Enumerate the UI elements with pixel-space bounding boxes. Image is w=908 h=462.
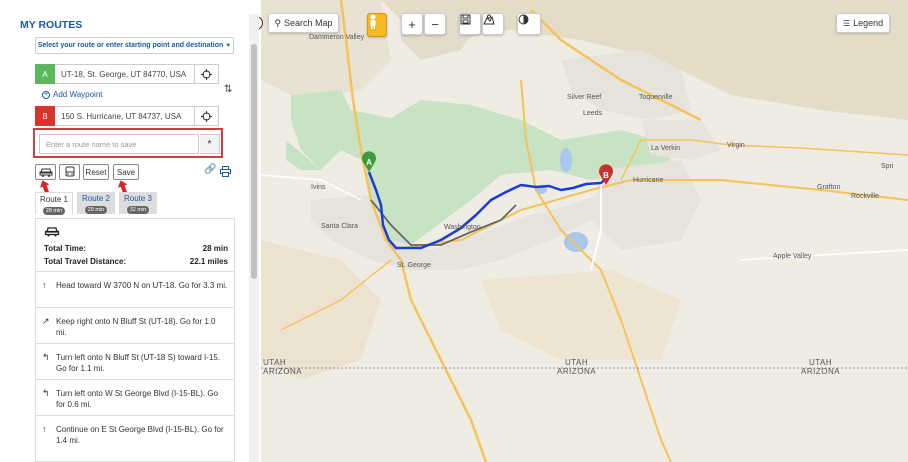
- locate-icon[interactable]: [195, 106, 219, 126]
- street-view-pegman-icon[interactable]: [367, 13, 387, 37]
- start-point-row: A UT-18, St. George, UT 84770, USA: [35, 64, 219, 84]
- route-planner-app: A B Dammeron Valley Silver Reef Toquervi…: [0, 0, 908, 462]
- place-label: Silver Reef: [567, 94, 602, 101]
- distance-row: Total Travel Distance: 22.1 miles: [44, 257, 228, 266]
- contrast-toggle-icon[interactable]: [517, 13, 541, 35]
- car-icon: [44, 227, 60, 237]
- place-label: Hurricane: [633, 177, 664, 184]
- caret-down-icon: ▼: [225, 42, 232, 49]
- straight-arrow-icon: ↑: [42, 424, 47, 434]
- route-name-group: Enter a route name to save *: [33, 128, 223, 158]
- end-marker-badge: B: [35, 106, 55, 126]
- car-icon: [39, 168, 52, 177]
- place-label: Grafton: [817, 184, 841, 191]
- reset-button[interactable]: Reset: [83, 164, 109, 180]
- route-select[interactable]: Select your route or enter starting poin…: [35, 37, 234, 54]
- keep-right-icon: ↗: [42, 316, 50, 326]
- place-label: Washington: [444, 224, 481, 231]
- add-waypoint-link[interactable]: + Add Waypoint: [42, 90, 103, 99]
- state-label: UTAH ARIZONA: [801, 358, 841, 376]
- bus-mode-button[interactable]: [59, 164, 80, 180]
- save-map-icon[interactable]: [459, 13, 481, 35]
- direction-step[interactable]: ↰ Turn left onto W St George Blvd (I-15-…: [35, 380, 235, 416]
- tab-route-2[interactable]: Route 2 29 min: [77, 192, 115, 214]
- locate-icon[interactable]: [195, 64, 219, 84]
- layers-map-icon[interactable]: [482, 13, 504, 35]
- print-icon[interactable]: [220, 164, 231, 182]
- direction-step[interactable]: ↑ Continue on E St George Blvd (I-15-BL)…: [35, 416, 235, 462]
- end-point-row: B 150 S. Hurricane, UT 84737, USA: [35, 106, 219, 126]
- place-label: Toquerville: [639, 94, 673, 101]
- search-map-button[interactable]: ⚲ Search Map: [268, 13, 339, 33]
- svg-text:B: B: [603, 171, 609, 180]
- start-address-input[interactable]: UT-18, St. George, UT 84770, USA: [55, 64, 195, 84]
- place-label: Spri: [881, 163, 894, 170]
- map-view[interactable]: A B Dammeron Valley Silver Reef Toquervi…: [261, 0, 908, 462]
- legend-button[interactable]: ☰ Legend: [836, 13, 890, 33]
- place-label: Apple Valley: [773, 253, 812, 260]
- state-label: UTAH ARIZONA: [263, 358, 303, 376]
- route-summary: Total Time: 28 min Total Travel Distance…: [35, 218, 235, 272]
- tab-route-3[interactable]: Route 3 32 min: [119, 192, 157, 214]
- swap-points-icon[interactable]: ⇅: [224, 84, 232, 95]
- map-canvas[interactable]: A B: [261, 0, 908, 462]
- end-address-input[interactable]: 150 S. Hurricane, UT 84737, USA: [55, 106, 195, 126]
- time-badge: 32 min: [126, 206, 150, 214]
- place-label: Santa Clara: [321, 223, 358, 230]
- state-label: UTAH ARIZONA: [557, 358, 597, 376]
- start-marker-badge: A: [35, 64, 55, 84]
- time-badge: 28 min: [42, 207, 66, 215]
- layers-icon: ☰: [842, 18, 851, 28]
- direction-step[interactable]: ↑ Head toward W 3700 N on UT-18. Go for …: [35, 272, 235, 308]
- bus-icon: [65, 166, 74, 177]
- place-label: St. George: [397, 262, 431, 269]
- time-badge: 29 min: [84, 206, 108, 214]
- place-label: Dammeron Valley: [309, 34, 365, 41]
- tab-route-1[interactable]: Route 1 28 min: [35, 192, 73, 215]
- turn-left-icon: ↰: [42, 388, 50, 398]
- direction-step[interactable]: ↗ Keep right onto N Bluff St (UT-18). Go…: [35, 308, 235, 344]
- place-label: Rockville: [851, 193, 880, 200]
- straight-arrow-icon: ↑: [42, 280, 47, 290]
- route-name-input[interactable]: Enter a route name to save: [39, 134, 199, 154]
- panel-scrollbar[interactable]: [249, 14, 259, 462]
- panel-title: MY ROUTES: [20, 19, 83, 31]
- place-label: Ivins: [311, 184, 326, 191]
- zoom-in-button[interactable]: +: [401, 13, 423, 35]
- place-label: Leeds: [583, 110, 603, 117]
- search-icon: ⚲: [274, 17, 282, 28]
- plus-circle-icon: +: [42, 90, 50, 99]
- place-label: Virgin: [727, 142, 745, 149]
- link-icon[interactable]: 🔗: [204, 164, 216, 175]
- svg-text:A: A: [366, 158, 372, 167]
- required-star: *: [200, 134, 220, 154]
- place-label: La Verkin: [651, 145, 681, 152]
- total-time-row: Total Time: 28 min: [44, 244, 228, 253]
- zoom-out-button[interactable]: −: [424, 13, 446, 35]
- turn-left-icon: ↰: [42, 352, 50, 362]
- direction-step[interactable]: ↰ Turn left onto N Bluff St (UT-18 S) to…: [35, 344, 235, 380]
